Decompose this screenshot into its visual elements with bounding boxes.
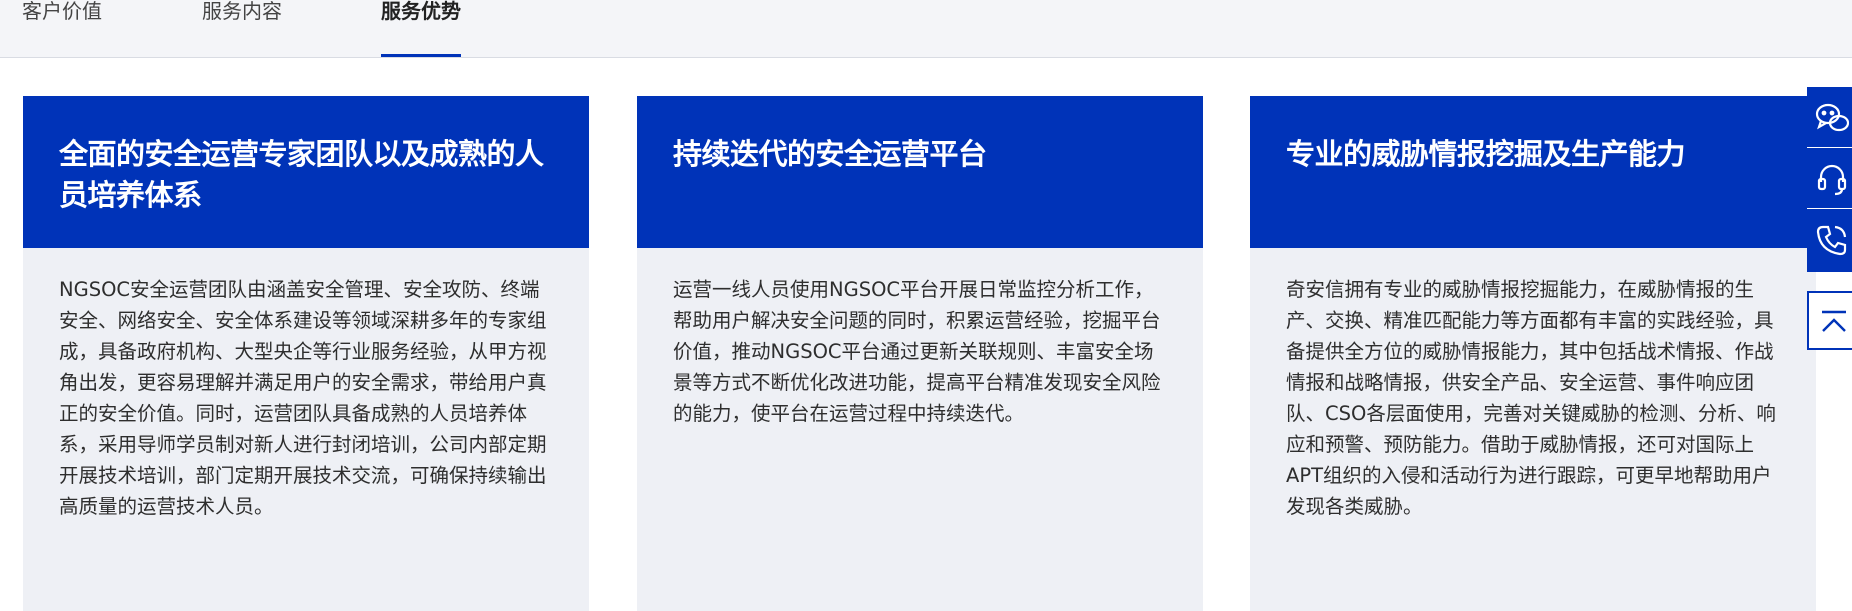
card-title: 专业的威胁情报挖掘及生产能力 xyxy=(1286,137,1686,171)
card-title: 持续迭代的安全运营平台 xyxy=(673,137,987,171)
advantage-card-platform: 持续迭代的安全运营平台 运营一线人员使用NGSOC平台开展日常监控分析工作，帮助… xyxy=(637,96,1203,611)
card-title: 全面的安全运营专家团队以及成熟的人员培养体系 xyxy=(59,137,544,212)
tab-service-advantage[interactable]: 服务优势 xyxy=(381,0,461,57)
back-to-top-button[interactable] xyxy=(1807,291,1852,350)
floating-contact-bar xyxy=(1807,87,1852,272)
tab-service-content[interactable]: 服务内容 xyxy=(202,0,282,57)
phone-button[interactable] xyxy=(1807,209,1852,270)
card-header: 持续迭代的安全运营平台 xyxy=(637,96,1203,248)
tab-customer-value[interactable]: 客户价值 xyxy=(22,0,102,57)
wechat-button[interactable] xyxy=(1807,87,1852,148)
wechat-icon xyxy=(1815,103,1849,132)
card-body: NGSOC安全运营团队由涵盖安全管理、安全攻防、终端安全、网络安全、安全体系建设… xyxy=(59,278,547,518)
phone-icon xyxy=(1816,225,1847,256)
card-body: 运营一线人员使用NGSOC平台开展日常监控分析工作，帮助用户解决安全问题的同时，… xyxy=(673,278,1161,425)
advantage-card-intel: 专业的威胁情报挖掘及生产能力 奇安信拥有专业的威胁情报挖掘能力，在威胁情报的生产… xyxy=(1250,96,1816,611)
headset-icon xyxy=(1817,164,1847,196)
card-body: 奇安信拥有专业的威胁情报挖掘能力，在威胁情报的生产、交换、精准匹配能力等方面都有… xyxy=(1286,278,1776,518)
advantage-card-team: 全面的安全运营专家团队以及成熟的人员培养体系 NGSOC安全运营团队由涵盖安全管… xyxy=(23,96,589,611)
customer-service-button[interactable] xyxy=(1807,148,1852,209)
arrow-up-icon xyxy=(1822,310,1846,332)
tab-bar: 客户价值 服务内容 服务优势 xyxy=(0,0,1852,58)
card-header: 专业的威胁情报挖掘及生产能力 xyxy=(1250,96,1816,248)
card-header: 全面的安全运营专家团队以及成熟的人员培养体系 xyxy=(23,96,589,248)
